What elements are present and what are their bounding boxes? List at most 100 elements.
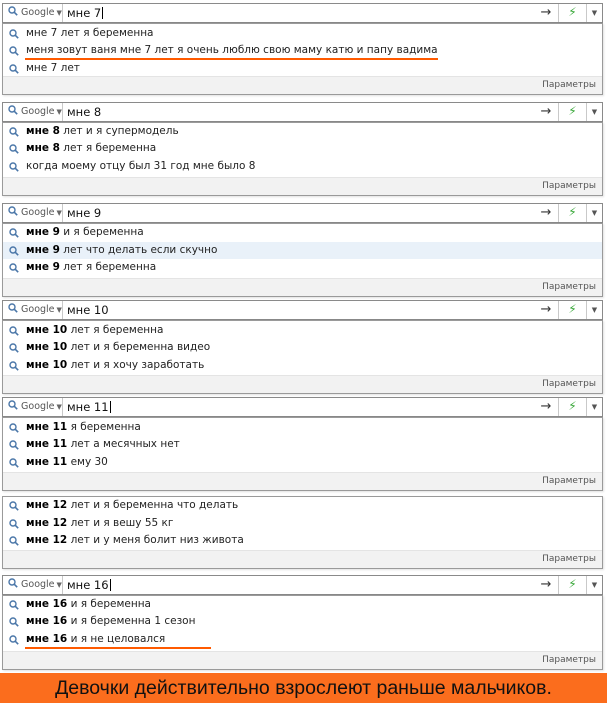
- search-engine-selector[interactable]: Google ▼: [3, 576, 63, 594]
- dropdown-caret-icon[interactable]: ▼: [586, 398, 602, 416]
- green-extension-icon[interactable]: ⚡: [558, 103, 586, 121]
- search-bar[interactable]: Google ▼ мне 7 → ⚡ ▼: [2, 3, 603, 23]
- params-link[interactable]: Параметры: [542, 473, 596, 490]
- search-icon: [9, 422, 19, 433]
- green-extension-icon[interactable]: ⚡: [558, 301, 586, 319]
- suggestion-text: мне 11 ему 30: [26, 454, 108, 471]
- search-input[interactable]: мне 16: [67, 576, 532, 594]
- arrow-right-icon[interactable]: →: [538, 398, 554, 416]
- suggestion-item[interactable]: мне 12 лет и я беременна что делать: [3, 497, 602, 514]
- search-icon: [9, 634, 19, 645]
- suggestion-item[interactable]: мне 11 ему 30: [3, 454, 602, 471]
- engine-caret-icon: ▼: [56, 403, 62, 411]
- magnifier-icon: [9, 162, 19, 172]
- arrow-right-icon[interactable]: →: [538, 576, 554, 594]
- suggestions-footer: Параметры: [3, 375, 602, 393]
- search-bar[interactable]: Google ▼ мне 9 → ⚡ ▼: [2, 203, 603, 223]
- text-cursor: [102, 7, 104, 19]
- params-link[interactable]: Параметры: [542, 652, 596, 669]
- suggestion-item[interactable]: мне 9 лет я беременна: [3, 259, 602, 276]
- suggestion-text: мне 12 лет и я беременна что делать: [26, 497, 238, 514]
- arrow-right-icon[interactable]: →: [538, 204, 554, 222]
- suggestion-rest: лет а месячных нет: [67, 438, 180, 450]
- arrow-right-icon[interactable]: →: [538, 103, 554, 121]
- suggestion-rest: лет и я беременна что делать: [67, 499, 239, 511]
- arrow-right-icon[interactable]: →: [538, 301, 554, 319]
- search-input[interactable]: мне 8: [67, 103, 532, 121]
- search-query-text: мне 16: [67, 578, 109, 592]
- search-panel: мне 12 лет и я беременна что делать мне 1…: [2, 496, 603, 569]
- suggestion-item[interactable]: мне 11 я беременна: [3, 419, 602, 436]
- params-link[interactable]: Параметры: [542, 551, 596, 568]
- green-extension-icon[interactable]: ⚡: [558, 4, 586, 22]
- engine-caret-icon: ▼: [56, 108, 62, 116]
- search-bar[interactable]: Google ▼ мне 8 → ⚡ ▼: [2, 102, 603, 122]
- green-extension-icon[interactable]: ⚡: [558, 576, 586, 594]
- search-icon: [9, 342, 19, 353]
- arrow-right-icon[interactable]: →: [538, 4, 554, 22]
- search-icon: [9, 143, 19, 154]
- suggestion-item[interactable]: мне 8 лет я беременна: [3, 140, 602, 157]
- magnifier-icon: [8, 206, 18, 216]
- dropdown-caret-icon[interactable]: ▼: [586, 204, 602, 222]
- suggestion-text: меня зовут ваня мне 7 лет я очень люблю …: [26, 42, 438, 59]
- search-bar[interactable]: Google ▼ мне 16 → ⚡ ▼: [2, 575, 603, 595]
- search-input[interactable]: мне 11: [67, 398, 532, 416]
- search-input[interactable]: мне 10: [67, 301, 532, 319]
- search-input[interactable]: мне 9: [67, 204, 532, 222]
- green-extension-icon[interactable]: ⚡: [558, 204, 586, 222]
- search-engine-selector[interactable]: Google ▼: [3, 4, 63, 22]
- engine-label: Google: [21, 207, 55, 218]
- params-link[interactable]: Параметры: [542, 279, 596, 296]
- search-engine-selector[interactable]: Google ▼: [3, 103, 63, 121]
- search-bar[interactable]: Google ▼ мне 10 → ⚡ ▼: [2, 300, 603, 320]
- suggestion-item[interactable]: мне 9 лет что делать если скучно: [3, 242, 602, 259]
- search-engine-selector[interactable]: Google ▼: [3, 204, 63, 222]
- suggestion-item[interactable]: мне 10 лет я беременна: [3, 322, 602, 339]
- params-link[interactable]: Параметры: [542, 178, 596, 195]
- magnifier-icon: [9, 617, 19, 627]
- params-link[interactable]: Параметры: [542, 376, 596, 393]
- green-extension-icon[interactable]: ⚡: [558, 398, 586, 416]
- suggestion-item[interactable]: меня зовут ваня мне 7 лет я очень люблю …: [3, 42, 602, 59]
- suggestion-item[interactable]: мне 10 лет и я беременна видео: [3, 339, 602, 356]
- dropdown-caret-icon[interactable]: ▼: [586, 301, 602, 319]
- search-engine-selector[interactable]: Google ▼: [3, 301, 63, 319]
- suggestion-item[interactable]: мне 16 и я беременна 1 сезон: [3, 613, 602, 630]
- suggestion-item[interactable]: мне 12 лет и я вешу 55 кг: [3, 515, 602, 532]
- suggestion-item[interactable]: мне 7 лет я беременна: [3, 25, 602, 42]
- dropdown-caret-icon[interactable]: ▼: [586, 4, 602, 22]
- params-link[interactable]: Параметры: [542, 77, 596, 94]
- search-query-text: мне 10: [67, 303, 109, 317]
- suggestion-item[interactable]: мне 11 лет а месячных нет: [3, 436, 602, 453]
- search-input[interactable]: мне 7: [67, 4, 532, 22]
- suggestion-item[interactable]: мне 7 лет: [3, 60, 602, 77]
- suggestion-bold: мне 11: [26, 456, 68, 468]
- suggestion-item[interactable]: мне 8 лет и я супермодель: [3, 123, 602, 140]
- dropdown-caret-icon[interactable]: ▼: [586, 576, 602, 594]
- dropdown-caret-icon[interactable]: ▼: [586, 103, 602, 121]
- suggestion-item[interactable]: мне 10 лет и я хочу заработать: [3, 357, 602, 374]
- magnifier-icon: [9, 246, 19, 256]
- search-icon: [9, 245, 19, 256]
- suggestion-item[interactable]: мне 9 и я беременна: [3, 224, 602, 241]
- suggestion-text: мне 12 лет и у меня болит низ живота: [26, 532, 244, 549]
- search-icon: [9, 616, 19, 627]
- search-icon: [9, 518, 19, 529]
- magnifier-icon: [9, 263, 19, 273]
- suggestion-bold: мне 8: [26, 125, 60, 137]
- magnifier-icon: [9, 600, 19, 610]
- suggestion-item[interactable]: мне 16 и я не целовался: [3, 631, 602, 648]
- search-bar[interactable]: Google ▼ мне 11 → ⚡ ▼: [2, 397, 603, 417]
- suggestion-item[interactable]: когда моему отцу был 31 год мне было 8: [3, 158, 602, 175]
- magnifier-icon: [9, 458, 19, 468]
- search-panel: Google ▼ мне 7 → ⚡ ▼ мне 7 лет я беременна меня…: [2, 3, 603, 95]
- suggestion-text: мне 12 лет и я вешу 55 кг: [26, 515, 173, 532]
- suggestion-item[interactable]: мне 12 лет и у меня болит низ живота: [3, 532, 602, 549]
- magnifier-icon: [9, 64, 19, 74]
- suggestion-rest: лет и я вешу 55 кг: [67, 517, 174, 529]
- search-engine-selector[interactable]: Google ▼: [3, 398, 63, 416]
- suggestion-item[interactable]: мне 16 и я беременна: [3, 596, 602, 613]
- suggestion-rest: и я беременна 1 сезон: [67, 615, 196, 627]
- magnifier-icon: [9, 440, 19, 450]
